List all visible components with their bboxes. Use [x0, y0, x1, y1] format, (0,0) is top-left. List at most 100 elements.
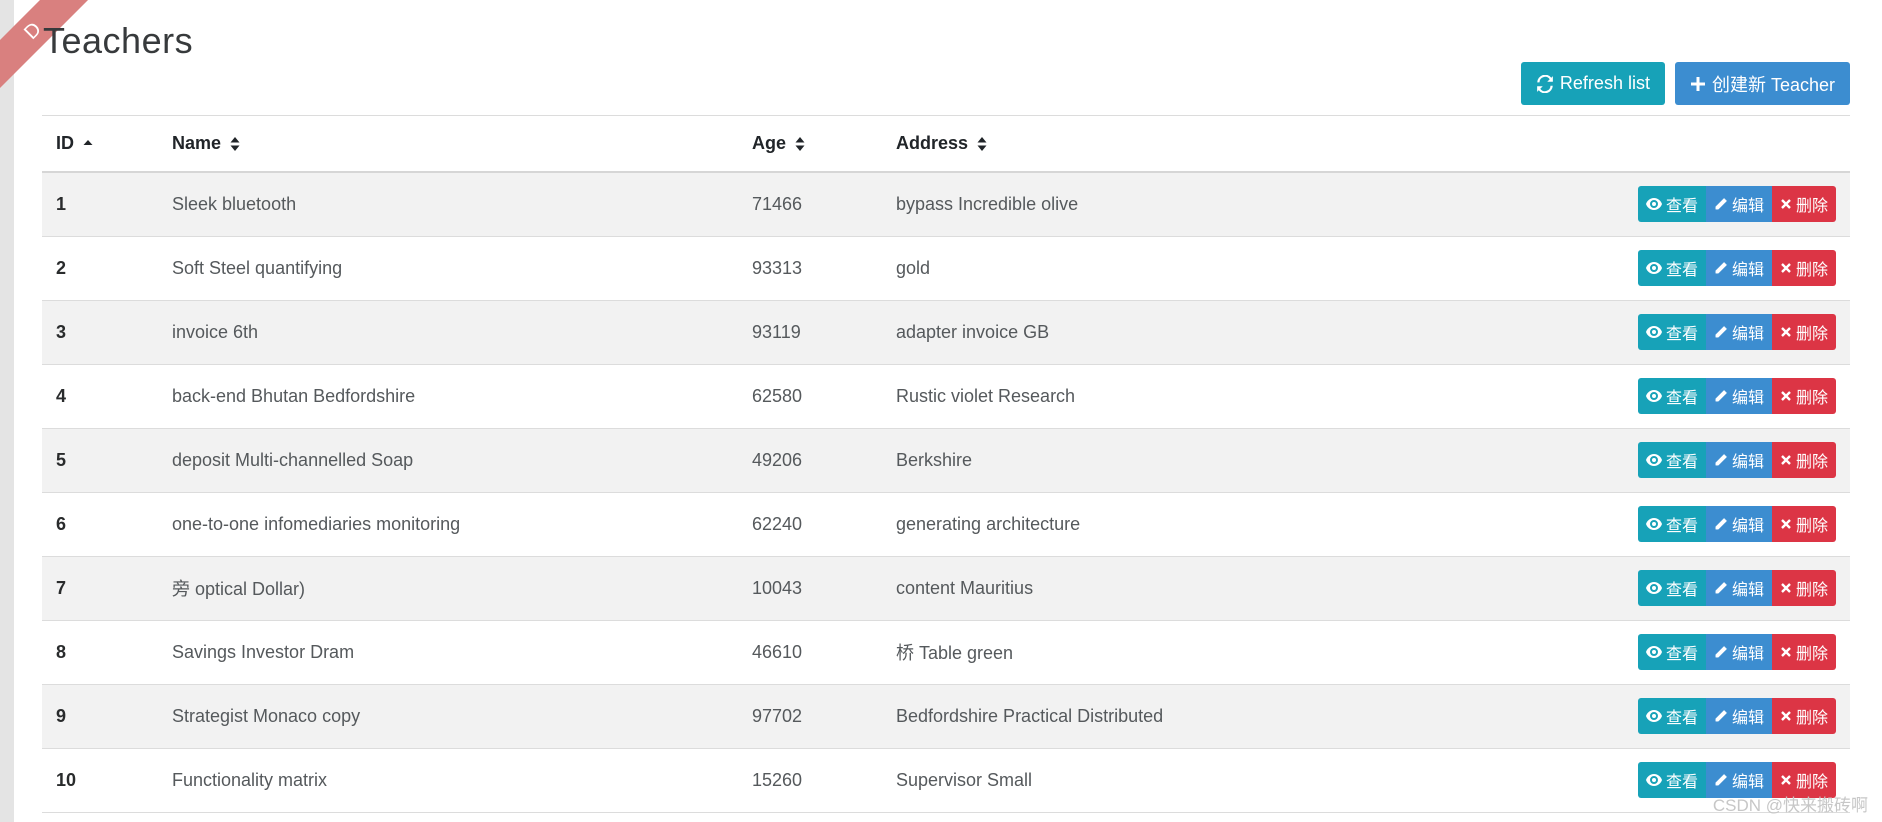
cell-age: 46610: [738, 620, 882, 685]
view-button[interactable]: 查看: [1637, 442, 1706, 478]
cell-address: adapter invoice GB: [882, 300, 1610, 365]
delete-label: 删除: [1795, 646, 1828, 663]
column-header-name[interactable]: Name: [158, 116, 738, 173]
delete-button[interactable]: 删除: [1771, 186, 1836, 223]
cell-id: 9: [42, 684, 158, 749]
cell-actions: 查看 编辑 删除: [1610, 172, 1850, 237]
view-label: 查看: [1665, 774, 1698, 791]
delete-button[interactable]: 删除: [1771, 698, 1836, 734]
delete-button[interactable]: 删除: [1771, 250, 1836, 286]
column-header-age[interactable]: Age: [738, 116, 882, 173]
eye-icon: [1645, 582, 1662, 594]
delete-label: 删除: [1795, 390, 1828, 407]
view-button[interactable]: 查看: [1637, 762, 1706, 798]
cell-name: invoice 6th: [158, 300, 738, 365]
table-row: 5 deposit Multi-channelled Soap 49206 Berks…: [42, 428, 1850, 493]
cell-actions: 查看 编辑 删除: [1610, 428, 1850, 493]
cell-actions: 查看 编辑 删除: [1610, 364, 1850, 429]
cell-actions: 查看 编辑 删除: [1610, 236, 1850, 301]
pencil-icon: [1715, 326, 1727, 338]
pencil-icon: [1715, 774, 1727, 786]
view-button[interactable]: 查看: [1637, 570, 1706, 606]
view-label: 查看: [1665, 326, 1698, 343]
sort-icon: [795, 137, 805, 152]
edit-button[interactable]: 编辑: [1705, 250, 1772, 286]
table-row: 3 invoice 6th 93119 adapter invoice GB 查看 编辑 删…: [42, 300, 1850, 365]
table-row: 9 Strategist Monaco copy 97702 Bedfordshire…: [42, 684, 1850, 749]
cell-id: 3: [42, 300, 158, 365]
sort-icon: [230, 137, 240, 152]
eye-icon: [1645, 646, 1662, 658]
cell-age: 10043: [738, 556, 882, 621]
create-teacher-button[interactable]: 创建新 Teacher: [1674, 62, 1850, 105]
view-button[interactable]: 查看: [1637, 250, 1706, 286]
x-icon: [1781, 263, 1791, 273]
eye-icon: [1645, 774, 1662, 786]
view-button[interactable]: 查看: [1637, 698, 1706, 734]
delete-label: 删除: [1795, 198, 1828, 216]
cell-age: 93119: [738, 300, 882, 365]
view-button[interactable]: 查看: [1637, 314, 1706, 350]
edit-button[interactable]: 编辑: [1705, 186, 1772, 223]
delete-label: 删除: [1795, 582, 1828, 599]
eye-icon: [1645, 454, 1662, 466]
left-sidebar-strip: [0, 0, 14, 822]
table-row: 7旁 optical Dollar) 10043 content Mauritius…: [42, 556, 1850, 621]
view-button[interactable]: 查看: [1637, 378, 1706, 414]
view-button[interactable]: 查看: [1637, 634, 1706, 670]
delete-button[interactable]: 删除: [1771, 570, 1836, 606]
column-header-age-label: Age: [752, 133, 787, 153]
delete-label: 删除: [1795, 710, 1828, 727]
view-label: 查看: [1665, 518, 1698, 535]
edit-button[interactable]: 编辑: [1705, 442, 1772, 478]
edit-label: 编辑: [1731, 326, 1764, 343]
edit-label: 编辑: [1731, 710, 1764, 727]
cell-id: 5: [42, 428, 158, 493]
row-action-group: 查看 编辑 删除: [1637, 634, 1836, 670]
table-body: 1 Sleek bluetooth 71466 bypass Incredible o…: [42, 172, 1850, 813]
view-button[interactable]: 查看: [1637, 186, 1706, 223]
delete-button[interactable]: 删除: [1771, 634, 1836, 670]
column-header-id[interactable]: ID: [42, 116, 158, 173]
view-label: 查看: [1665, 262, 1698, 279]
cell-name: Strategist Monaco copy: [158, 684, 738, 749]
view-button[interactable]: 查看: [1637, 506, 1706, 542]
sort-icon: [977, 137, 987, 152]
cell-actions: 查看 编辑 删除: [1610, 684, 1850, 749]
delete-label: 删除: [1795, 454, 1828, 471]
cell-address: 桥 Table green: [882, 620, 1610, 685]
pencil-icon: [1715, 198, 1727, 210]
cell-address: Rustic violet Research: [882, 364, 1610, 429]
row-action-group: 查看 编辑 删除: [1637, 186, 1836, 223]
column-header-address[interactable]: Address: [882, 116, 1610, 173]
pencil-icon: [1715, 454, 1727, 466]
delete-button[interactable]: 删除: [1771, 506, 1836, 542]
edit-button[interactable]: 编辑: [1705, 570, 1772, 606]
eye-icon: [1645, 198, 1662, 211]
pencil-icon: [1715, 518, 1727, 530]
view-label: 查看: [1665, 390, 1698, 407]
edit-button[interactable]: 编辑: [1705, 314, 1772, 350]
refresh-icon: [1537, 74, 1553, 93]
cell-actions: 查看 编辑 删除: [1610, 556, 1850, 621]
delete-button[interactable]: 删除: [1771, 378, 1836, 414]
edit-button[interactable]: 编辑: [1705, 634, 1772, 670]
delete-button[interactable]: 删除: [1771, 442, 1836, 478]
edit-button[interactable]: 编辑: [1705, 698, 1772, 734]
toolbar: Refresh list 创建新 Teacher: [1520, 62, 1850, 105]
view-label: 查看: [1665, 710, 1698, 727]
cell-id: 2: [42, 236, 158, 301]
eye-icon: [1645, 326, 1662, 338]
teachers-table-container: ID Name Age Address 1Sleek bluetooth71: [42, 115, 1850, 813]
edit-button[interactable]: 编辑: [1705, 378, 1772, 414]
cell-address: Bedfordshire Practical Distributed: [882, 684, 1610, 749]
edit-label: 编辑: [1731, 390, 1764, 407]
cell-address: gold: [882, 236, 1610, 301]
table-row: 1 Sleek bluetooth 71466 bypass Incredible o…: [42, 172, 1850, 237]
edit-button[interactable]: 编辑: [1705, 506, 1772, 542]
delete-button[interactable]: 删除: [1771, 314, 1836, 350]
cell-age: 71466: [738, 172, 882, 237]
teachers-table: ID Name Age Address 1Sleek bluetooth71: [42, 116, 1850, 813]
cell-actions: 查看 编辑 删除: [1610, 300, 1850, 365]
refresh-list-button[interactable]: Refresh list: [1520, 62, 1665, 105]
